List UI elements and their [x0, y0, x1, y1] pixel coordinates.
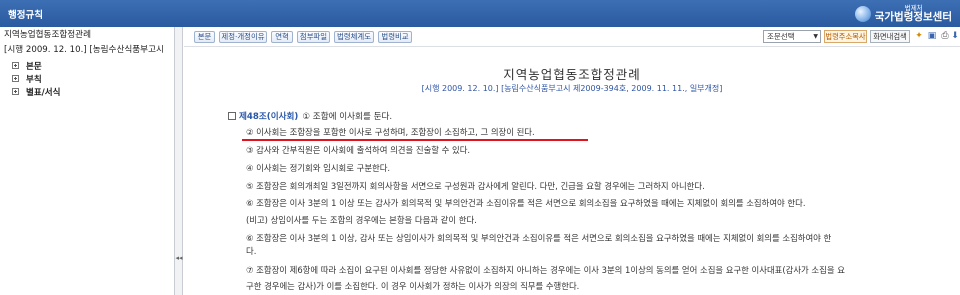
paragraph: ⑤ 조합장은 회의개최일 3일전까지 회의사항을 서면으로 구성원과 감사에게 …: [246, 181, 705, 191]
article-first-paragraph: ① 조합에 이사회를 둔다.: [302, 112, 393, 122]
law-compare-button[interactable]: 법령비교: [378, 31, 412, 43]
save-icon[interactable]: ▣: [927, 31, 937, 42]
left-panel: 지역농업협동조합정관례 [시행 2009. 12. 10.] [농림수산식품부고…: [0, 27, 175, 295]
sidebar-item-main-text[interactable]: 본문: [0, 59, 174, 72]
article-select-value: 조문선택: [767, 32, 795, 41]
paragraph: ② 이사회는 조합장을 포함한 이사로 구성하며, 조합장이 소집하고, 그 의…: [246, 127, 535, 137]
sidebar-item-label: 본문: [26, 61, 42, 72]
expand-icon[interactable]: [12, 62, 19, 69]
collapse-left-icon[interactable]: ◂◂: [175, 254, 183, 262]
law-structure-button[interactable]: 법령체계도: [334, 31, 374, 43]
paragraph: 다.: [246, 246, 257, 256]
document-content: 지역농업협동조합정관례 [시행 2009. 12. 10.] [농림수산식품부고…: [184, 48, 960, 295]
sidebar-item-tables-forms[interactable]: 별표/서식: [0, 85, 174, 98]
article-checkbox[interactable]: [228, 112, 236, 120]
sidebar-item-supplementary[interactable]: 부칙: [0, 72, 174, 85]
document-subtitle[interactable]: [시행 2009. 12. 10.] [농림수산식품부고시 제2009-394호…: [184, 83, 960, 94]
sidebar-tree: 본문 부칙 별표/서식: [0, 59, 174, 98]
in-page-search-button[interactable]: 화면내검색: [870, 30, 910, 43]
paragraph: ⑦ 조합장이 제6항에 따라 소집이 요구된 이사회를 정당한 사유없이 소집하…: [246, 265, 845, 275]
history-button[interactable]: 연혁: [271, 31, 293, 43]
download-icon[interactable]: ⬇: [950, 31, 960, 42]
print-icon[interactable]: ⎙: [940, 31, 950, 42]
expand-icon[interactable]: [12, 75, 19, 82]
paragraph: 구한 경우에는 감사)가 이를 소집한다. 이 경우 이사회가 정하는 이사가 …: [246, 281, 580, 291]
top-bar: 행정규칙 법제처 국가법령정보센터: [0, 0, 960, 27]
paragraph: ③ 감사와 간부직원은 이사회에 출석하여 의견을 진술할 수 있다.: [246, 145, 471, 155]
toolbar: 본문 제정·개정이유 연혁 첨부파일 법령체계도 법령비교 조문선택 ▼ 법령주…: [184, 27, 960, 47]
main-text-button[interactable]: 본문: [194, 31, 215, 43]
paragraph: ⑥ 조합장은 이사 3분의 1 이상 또는 감사가 회의목적 및 부의안건과 소…: [246, 198, 806, 208]
highlight-underline: [242, 139, 588, 141]
star-icon[interactable]: ✦: [914, 31, 924, 42]
attachment-button[interactable]: 첨부파일: [297, 31, 330, 43]
article-number[interactable]: 제48조(이사회): [239, 110, 298, 122]
amendment-reason-button[interactable]: 제정·개정이유: [219, 31, 267, 43]
globe-icon: [854, 5, 871, 22]
sidebar-item-label: 부칙: [26, 74, 42, 85]
brand[interactable]: 법제처 국가법령정보센터: [854, 2, 952, 25]
article-select[interactable]: 조문선택 ▼: [763, 30, 821, 43]
chevron-down-icon: ▼: [813, 33, 818, 40]
article-header: 제48조(이사회) ① 조합에 이사회를 둔다.: [228, 110, 392, 122]
copy-address-button[interactable]: 법령주소복사: [824, 30, 867, 43]
app-title: 행정규칙: [8, 10, 43, 21]
panel-splitter[interactable]: ◂◂: [175, 27, 183, 295]
paragraph: (비고) 상임이사를 두는 조합의 경우에는 본항을 다음과 같이 한다.: [246, 215, 477, 225]
sidebar-item-label: 별표/서식: [26, 87, 61, 98]
sidebar-law-meta: [시행 2009. 12. 10.] [농림수산식품부고시: [4, 45, 164, 55]
sidebar-law-title[interactable]: 지역농업협동조합정관례: [0, 27, 174, 42]
brand-name: 국가법령정보센터: [874, 10, 952, 23]
document-title: 지역농업협동조합정관례: [503, 67, 641, 82]
paragraph: ④ 이사회는 정기회와 임시회로 구분한다.: [246, 163, 391, 173]
expand-icon[interactable]: [12, 88, 19, 95]
paragraph: ⑥ 조합장은 이사 3분의 1 이상, 감사 또는 상임이사가 회의목적 및 부…: [246, 233, 832, 243]
